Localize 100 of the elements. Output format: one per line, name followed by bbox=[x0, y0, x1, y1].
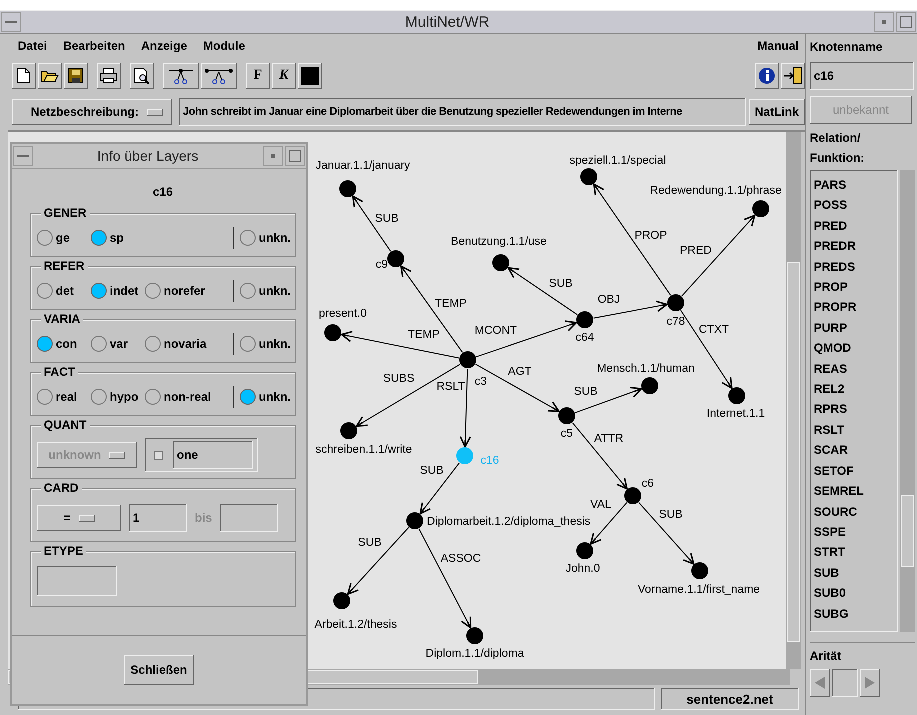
graph-node[interactable] bbox=[642, 378, 658, 394]
relation-item[interactable]: QMOD bbox=[814, 338, 894, 359]
radio-button[interactable] bbox=[37, 389, 53, 405]
relation-item[interactable]: PRED bbox=[814, 216, 894, 236]
graph-node[interactable] bbox=[324, 324, 342, 342]
graph-node[interactable] bbox=[576, 312, 594, 328]
relation-item[interactable]: PREDR bbox=[814, 236, 894, 257]
radio-label[interactable]: con bbox=[56, 337, 78, 351]
radio-button[interactable] bbox=[37, 336, 53, 352]
radio-label[interactable]: novaria bbox=[164, 337, 207, 351]
preview-button[interactable] bbox=[130, 63, 154, 89]
radio-button[interactable] bbox=[240, 336, 256, 352]
relation-item[interactable]: RPRS bbox=[814, 399, 894, 420]
graph-node[interactable] bbox=[466, 628, 484, 644]
graph-node[interactable] bbox=[580, 168, 598, 186]
radio-label[interactable]: norefer bbox=[164, 284, 206, 298]
radio-label[interactable]: hypo bbox=[110, 390, 139, 404]
graph-node[interactable] bbox=[558, 408, 576, 424]
etype-field[interactable] bbox=[37, 566, 117, 596]
relation-item[interactable]: REL2 bbox=[814, 379, 894, 400]
graph-node[interactable] bbox=[456, 448, 474, 464]
relation-item[interactable]: SUBG bbox=[814, 604, 894, 624]
font-button[interactable]: K bbox=[272, 63, 296, 89]
maximize-button[interactable] bbox=[896, 12, 916, 32]
maximize-button[interactable] bbox=[285, 146, 305, 166]
decrement-button[interactable] bbox=[810, 669, 830, 697]
relation-item[interactable]: SETOF bbox=[814, 460, 894, 482]
graph-node[interactable] bbox=[460, 352, 476, 368]
relation-item[interactable]: SEMREL bbox=[814, 481, 894, 502]
relation-item[interactable]: RSLT bbox=[814, 420, 894, 440]
graph-node[interactable] bbox=[388, 250, 404, 268]
radio-label[interactable]: unkn. bbox=[259, 390, 291, 404]
graph-node[interactable] bbox=[340, 422, 358, 440]
relation-item[interactable]: PROP bbox=[814, 277, 894, 298]
print-button[interactable] bbox=[97, 63, 121, 89]
menu-item[interactable]: Datei bbox=[18, 39, 48, 53]
relation-item[interactable]: PREDS bbox=[814, 256, 894, 278]
relation-item[interactable]: PROPR bbox=[814, 297, 894, 318]
radio-button[interactable] bbox=[240, 283, 256, 299]
radio-label[interactable]: sp bbox=[110, 231, 124, 245]
relation-item[interactable]: SCAR bbox=[814, 440, 894, 461]
radio-button[interactable] bbox=[145, 283, 161, 299]
vertical-scrollbar[interactable] bbox=[786, 132, 801, 669]
minimize-button[interactable] bbox=[263, 146, 283, 166]
info-button[interactable] bbox=[755, 63, 779, 89]
mode-dropdown[interactable]: Netzbeschreibung: bbox=[12, 99, 172, 125]
relation-item[interactable]: SSPE bbox=[814, 522, 894, 542]
radio-button[interactable] bbox=[91, 389, 107, 405]
radio-button[interactable] bbox=[37, 230, 53, 246]
radio-label[interactable]: unkn. bbox=[259, 284, 291, 298]
relation-item[interactable]: PARS bbox=[814, 175, 894, 196]
close-button[interactable]: Schließen bbox=[124, 655, 194, 685]
radio-label[interactable]: var bbox=[110, 337, 128, 351]
graph-node[interactable] bbox=[406, 512, 424, 530]
minimize-button[interactable] bbox=[874, 12, 894, 32]
new-button[interactable] bbox=[12, 63, 36, 89]
radio-button[interactable] bbox=[37, 283, 53, 299]
help-menu[interactable]: Manual bbox=[758, 39, 799, 53]
font-button[interactable]: F bbox=[246, 63, 270, 89]
radio-label[interactable]: unkn. bbox=[259, 231, 291, 245]
natlink-button[interactable]: NatLink bbox=[748, 99, 805, 125]
window-menu-button[interactable] bbox=[1, 12, 21, 32]
sentence-field[interactable]: John schreibt im Januar eine Diplomarbeit über die Benutzung spezieller Redewendungen im Interne bbox=[179, 98, 746, 126]
card-from-field[interactable]: 1 bbox=[129, 504, 187, 532]
open-button[interactable] bbox=[38, 63, 62, 89]
relation-item[interactable]: POSS bbox=[814, 195, 894, 216]
window-menu-button[interactable] bbox=[13, 146, 33, 166]
graph-node[interactable] bbox=[624, 488, 642, 504]
graph-node[interactable] bbox=[334, 592, 350, 610]
radio-button[interactable] bbox=[91, 336, 107, 352]
graph-node[interactable] bbox=[668, 294, 684, 312]
menu-item[interactable]: Module bbox=[203, 39, 246, 53]
cut-link-button[interactable] bbox=[163, 63, 199, 89]
radio-label[interactable]: unkn. bbox=[259, 337, 291, 351]
quant-field[interactable]: one bbox=[173, 441, 253, 469]
radio-label[interactable]: det bbox=[56, 284, 74, 298]
radio-label[interactable]: indet bbox=[110, 284, 139, 298]
arity-field[interactable] bbox=[832, 669, 858, 697]
relation-item[interactable]: STRT bbox=[814, 542, 894, 563]
radio-button[interactable] bbox=[91, 283, 107, 299]
radio-label[interactable]: ge bbox=[56, 231, 70, 245]
relation-item[interactable]: SUB0 bbox=[814, 583, 894, 604]
relation-item[interactable]: SOURC bbox=[814, 502, 894, 522]
increment-button[interactable] bbox=[860, 669, 880, 697]
radio-button[interactable] bbox=[240, 230, 256, 246]
radio-label[interactable]: real bbox=[56, 390, 78, 404]
graph-node[interactable] bbox=[728, 388, 746, 404]
radio-button[interactable] bbox=[240, 389, 256, 405]
relation-item[interactable]: SUB bbox=[814, 562, 894, 584]
menu-item[interactable]: Anzeige bbox=[141, 39, 188, 53]
menu-item[interactable]: Bearbeiten bbox=[63, 39, 126, 53]
radio-button[interactable] bbox=[145, 336, 161, 352]
graph-node[interactable] bbox=[492, 254, 510, 272]
graph-node[interactable] bbox=[692, 562, 708, 580]
graph-node[interactable] bbox=[576, 542, 594, 560]
relation-item[interactable]: PURP bbox=[814, 318, 894, 338]
radio-button[interactable] bbox=[145, 389, 161, 405]
graph-node[interactable] bbox=[752, 200, 770, 218]
vertical-scrollbar[interactable] bbox=[900, 170, 915, 632]
radio-button[interactable] bbox=[91, 230, 107, 246]
